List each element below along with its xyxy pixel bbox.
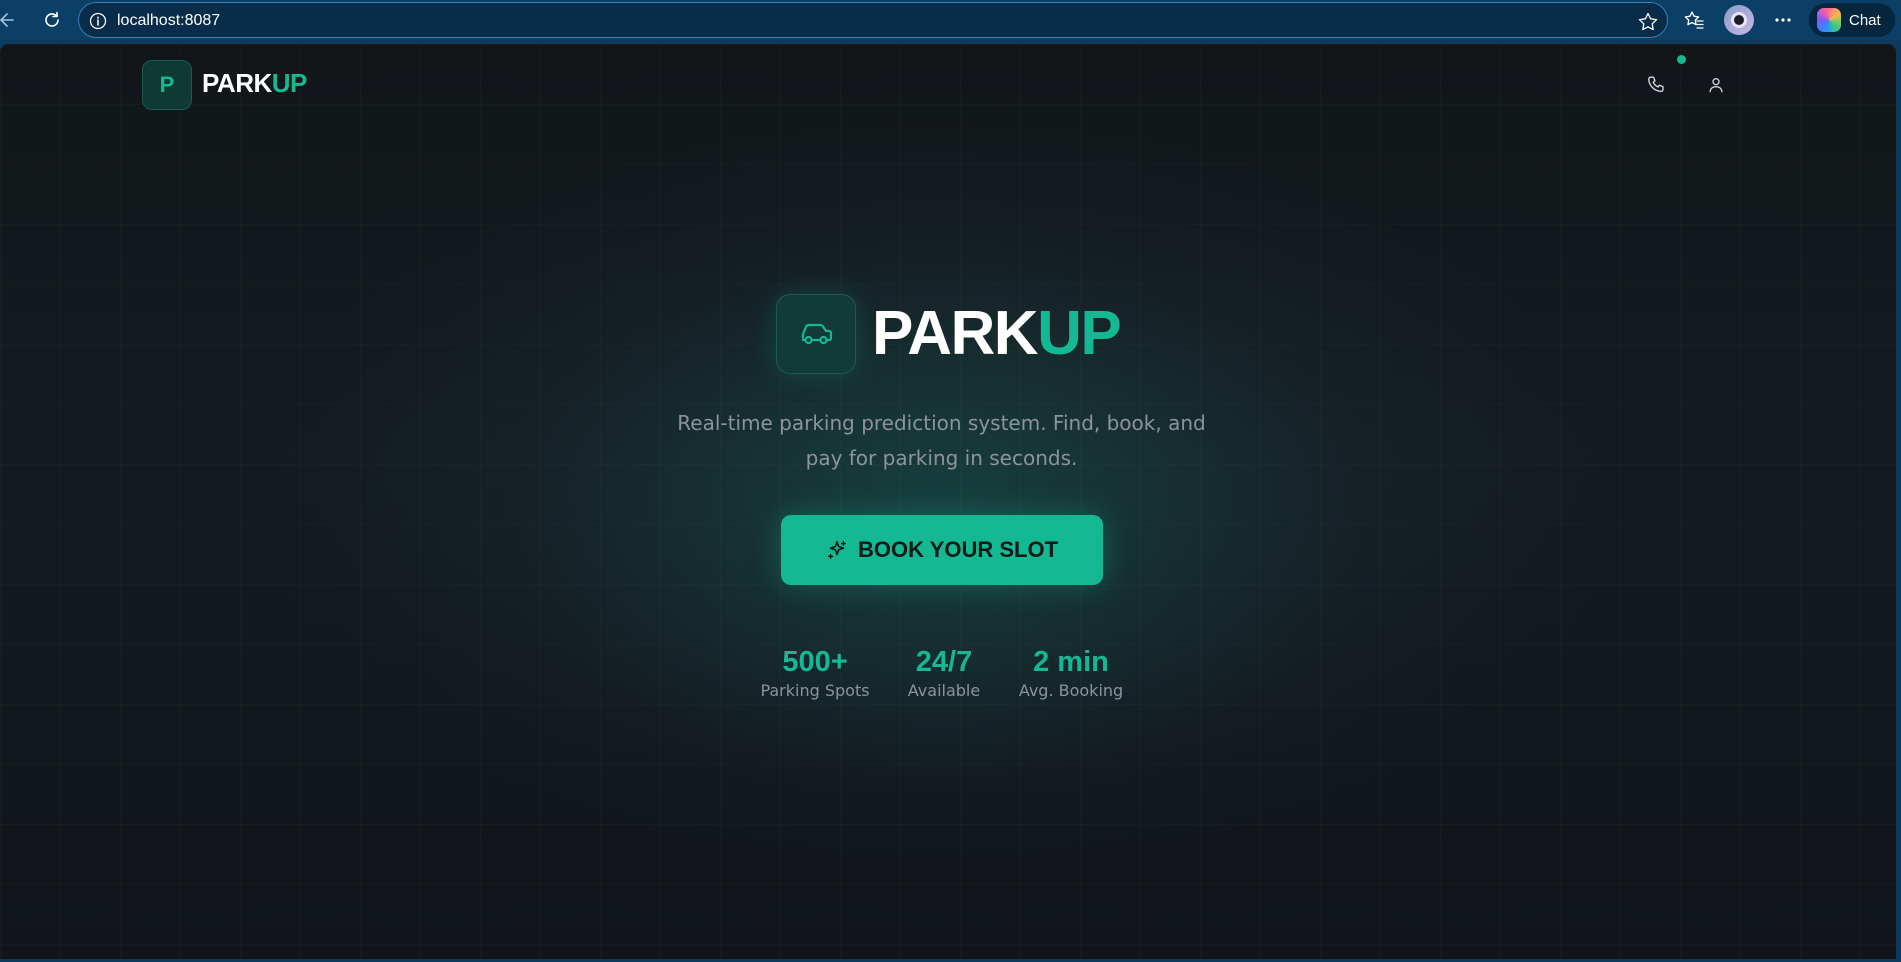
hero-car-badge (776, 294, 856, 374)
more-icon (1775, 18, 1791, 22)
refresh-button[interactable] (40, 8, 64, 32)
book-slot-label: BOOK YOUR SLOT (857, 537, 1059, 562)
brand-text-up: UP (271, 68, 308, 98)
browser-toolbar: localhost:8087 Chat (0, 0, 1901, 40)
tagline-line-2: pay for parking in seconds. (805, 446, 1078, 470)
stat-value: 500+ (782, 646, 848, 678)
stat-label: Avg. Booking (1018, 681, 1124, 700)
stat-label: Parking Spots (760, 681, 870, 700)
stat-value: 24/7 (915, 646, 973, 678)
url-text[interactable]: localhost:8087 (117, 12, 220, 30)
copilot-icon (1817, 8, 1841, 32)
arrow-left-icon (0, 13, 14, 27)
stat-avg-booking: 2 min Avg. Booking (1012, 644, 1130, 702)
brand-text-park: PARK (202, 68, 272, 98)
hero-title-up: UP (1037, 299, 1122, 368)
stat-availability: 24/7 Available (898, 644, 990, 702)
car-icon (801, 323, 833, 345)
avatar (1731, 12, 1747, 28)
status-indicator (1677, 55, 1686, 64)
address-bar[interactable]: localhost:8087 (78, 2, 1668, 38)
sparkle-icon (827, 540, 846, 559)
more-button[interactable] (1771, 8, 1795, 32)
refresh-icon (45, 11, 59, 27)
contact-button[interactable] (1644, 72, 1670, 98)
logo-badge[interactable]: P (142, 60, 192, 110)
info-icon (89, 12, 107, 30)
chat-label: Chat (1849, 11, 1881, 29)
profile-button[interactable] (1724, 5, 1754, 35)
hero-title: PARKUP (872, 296, 1122, 372)
page-viewport: P PARKUP PARKUP Real-time parking predic… (0, 44, 1896, 959)
site-info-button[interactable] (89, 12, 107, 34)
background-grid (0, 44, 1896, 959)
favorite-button[interactable] (1637, 11, 1659, 37)
brand-logo[interactable]: PARKUP (202, 68, 307, 99)
back-button[interactable] (0, 8, 20, 32)
tagline-line-1: Real-time parking prediction system. Fin… (677, 411, 1206, 435)
favorites-icon (1684, 11, 1704, 29)
stat-value: 2 min (1033, 646, 1109, 678)
hero-title-park: PARK (872, 299, 1039, 368)
copilot-chat-button[interactable]: Chat (1809, 3, 1895, 37)
stat-parking-spots: 500+ Parking Spots (755, 644, 875, 702)
favorites-button[interactable] (1682, 8, 1706, 32)
account-button[interactable] (1703, 72, 1729, 98)
book-slot-button[interactable]: BOOK YOUR SLOT (781, 515, 1103, 585)
stat-label: Available (907, 681, 981, 700)
star-icon (1638, 12, 1658, 31)
phone-icon (1648, 76, 1664, 93)
user-icon (1709, 78, 1723, 93)
hero-tagline: Real-time parking prediction system. Fin… (640, 406, 1243, 476)
